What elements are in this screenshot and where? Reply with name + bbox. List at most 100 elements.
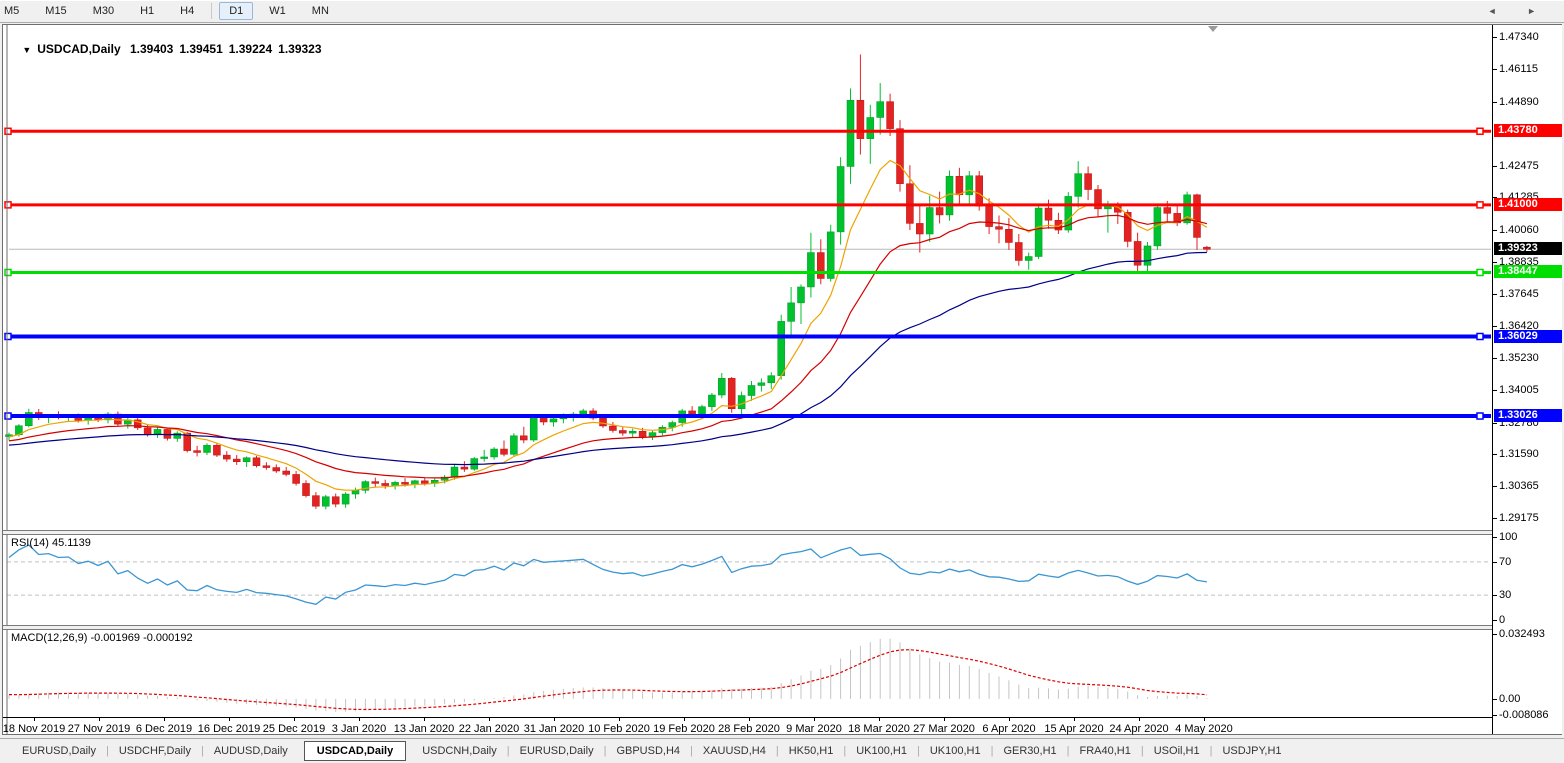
tick-mark — [1493, 326, 1497, 327]
symbol-tab-usdjpy-h1[interactable]: USDJPY,H1 — [1212, 742, 1291, 760]
level-handle[interactable] — [5, 128, 11, 134]
date-label: 4 May 2020 — [1175, 723, 1232, 735]
symbol-tab-ger30-h1[interactable]: GER30,H1 — [993, 742, 1066, 760]
date-label: 27 Nov 2019 — [68, 723, 130, 735]
level-handle[interactable] — [5, 202, 11, 208]
tick-mark — [1493, 595, 1497, 596]
rsi-label: RSI(14) 45.1139 — [11, 537, 91, 549]
level-price-label: 1.36029 — [1494, 330, 1562, 343]
date-label: 18 Mar 2020 — [848, 723, 910, 735]
rsi-scale-label: 0 — [1499, 613, 1505, 627]
level-handle[interactable] — [1477, 269, 1483, 275]
macd-scale-label: 0.032493 — [1499, 627, 1545, 641]
tick-mark — [1493, 294, 1497, 295]
timeframe-button-m15[interactable]: M15 — [35, 2, 76, 20]
rsi-scale-label: 100 — [1499, 530, 1517, 544]
date-label: 6 Apr 2020 — [982, 723, 1035, 735]
ohlc-open: 1.39403 — [130, 42, 173, 56]
symbol-tab-gbpusd-h4[interactable]: GBPUSD,H4 — [606, 742, 690, 760]
price-axis: 1.473401.461151.448901.424751.412851.400… — [1492, 25, 1562, 734]
macd-scale-label: -0.008086 — [1499, 708, 1549, 722]
tick-mark — [1493, 562, 1497, 563]
level-handle[interactable] — [1477, 334, 1483, 340]
tick-mark — [1493, 102, 1497, 103]
toolbar-separator — [211, 3, 212, 19]
current-price-label: 1.39323 — [1494, 242, 1562, 255]
one-click-trading-arrow-icon[interactable]: ▼ — [22, 45, 31, 55]
date-label: 31 Jan 2020 — [524, 723, 585, 735]
symbol-tab-bar: EURUSD,Daily|USDCHF,Daily|AUDUSD,DailyUS… — [0, 738, 1564, 763]
symbol-tab-uk100-h1[interactable]: UK100,H1 — [846, 742, 917, 760]
timeframe-button-w1[interactable]: W1 — [259, 2, 296, 20]
price-tick: 1.35230 — [1499, 351, 1539, 365]
symbol-tab-audusd-daily[interactable]: AUDUSD,Daily — [204, 742, 298, 760]
date-label: 13 Jan 2020 — [394, 723, 455, 735]
tick-mark — [1493, 634, 1497, 635]
tick-mark — [1493, 537, 1497, 538]
macd-label: MACD(12,26,9) -0.001969 -0.000192 — [11, 632, 193, 644]
symbol-tab-usoil-h1[interactable]: USOil,H1 — [1144, 742, 1210, 760]
timeframe-button-m30[interactable]: M30 — [83, 2, 124, 20]
tick-mark — [1493, 69, 1497, 70]
date-label: 15 Apr 2020 — [1044, 723, 1103, 735]
timeframe-button-h1[interactable]: H1 — [130, 2, 164, 20]
chart-window: ▼ USDCAD,Daily 1.39403 1.39451 1.39224 1.393… — [2, 24, 1562, 735]
symbol-tab-hk50-h1[interactable]: HK50,H1 — [779, 742, 844, 760]
symbol-tab-usdcad-daily[interactable]: USDCAD,Daily — [304, 741, 406, 761]
tick-mark — [1493, 518, 1497, 519]
symbol-tab-usdcnh-daily[interactable]: USDCNH,Daily — [412, 742, 507, 760]
tick-mark — [1493, 37, 1497, 38]
level-handle[interactable] — [1477, 413, 1483, 419]
timeframe-button-mn[interactable]: MN — [302, 2, 339, 20]
price-tick: 1.40060 — [1499, 223, 1539, 237]
timeframe-button-m5[interactable]: M5 — [0, 2, 29, 20]
symbol-tab-usdchf-daily[interactable]: USDCHF,Daily — [109, 742, 201, 760]
rsi-scale-label: 70 — [1499, 555, 1511, 569]
date-label: 19 Feb 2020 — [653, 723, 715, 735]
date-label: 24 Apr 2020 — [1109, 723, 1168, 735]
level-handle[interactable] — [1477, 202, 1483, 208]
level-handle[interactable] — [5, 413, 11, 419]
tick-mark — [1493, 454, 1497, 455]
price-tick: 1.30365 — [1499, 479, 1539, 493]
symbol-tab-uk100-h1[interactable]: UK100,H1 — [920, 742, 991, 760]
panel-separator[interactable] — [3, 625, 1561, 630]
symbol-tab-eurusd-daily[interactable]: EURUSD,Daily — [12, 742, 106, 760]
timeframe-button-h4[interactable]: H4 — [170, 2, 204, 20]
tick-mark — [1493, 620, 1497, 621]
symbol-tab-xauusd-h4[interactable]: XAUUSD,H4 — [693, 742, 776, 760]
symbol-tab-eurusd-daily[interactable]: EURUSD,Daily — [510, 742, 604, 760]
date-label: 25 Dec 2019 — [263, 723, 325, 735]
macd-scale-label: 0.00 — [1499, 692, 1520, 706]
timeframe-button-d1[interactable]: D1 — [219, 2, 253, 20]
level-price-label: 1.43780 — [1494, 124, 1562, 137]
tab-scroll-arrows[interactable]: ◄ ► — [1488, 6, 1550, 16]
level-handle[interactable] — [1477, 128, 1483, 134]
tick-mark — [1493, 230, 1497, 231]
price-tick: 1.37645 — [1499, 287, 1539, 301]
date-label: 22 Jan 2020 — [459, 723, 520, 735]
level-price-label: 1.41000 — [1494, 198, 1562, 211]
rsi-scale-label: 30 — [1499, 588, 1511, 602]
date-label: 10 Feb 2020 — [588, 723, 650, 735]
tick-mark — [1493, 699, 1497, 700]
date-label: 16 Dec 2019 — [198, 723, 260, 735]
date-label: 6 Dec 2019 — [136, 723, 192, 735]
tick-mark — [1493, 486, 1497, 487]
tick-mark — [1493, 358, 1497, 359]
chart-symbol: USDCAD,Daily — [37, 42, 120, 56]
tick-mark — [1493, 715, 1497, 716]
price-tick: 1.47340 — [1499, 30, 1539, 44]
tick-mark — [1493, 423, 1497, 424]
tick-mark — [1493, 166, 1497, 167]
ohlc-high: 1.39451 — [179, 42, 222, 56]
price-tick: 1.29175 — [1499, 511, 1539, 525]
panel-separator[interactable] — [3, 530, 1561, 535]
level-handle[interactable] — [5, 269, 11, 275]
price-tick: 1.31590 — [1499, 447, 1539, 461]
level-handle[interactable] — [5, 334, 11, 340]
timeframe-toolbar: M5 M15 M30 H1 H4 D1 W1 MN — [0, 0, 1564, 23]
ohlc-low: 1.39224 — [229, 42, 272, 56]
symbol-tab-fra40-h1[interactable]: FRA40,H1 — [1070, 742, 1141, 760]
level-price-label: 1.33026 — [1494, 409, 1562, 422]
